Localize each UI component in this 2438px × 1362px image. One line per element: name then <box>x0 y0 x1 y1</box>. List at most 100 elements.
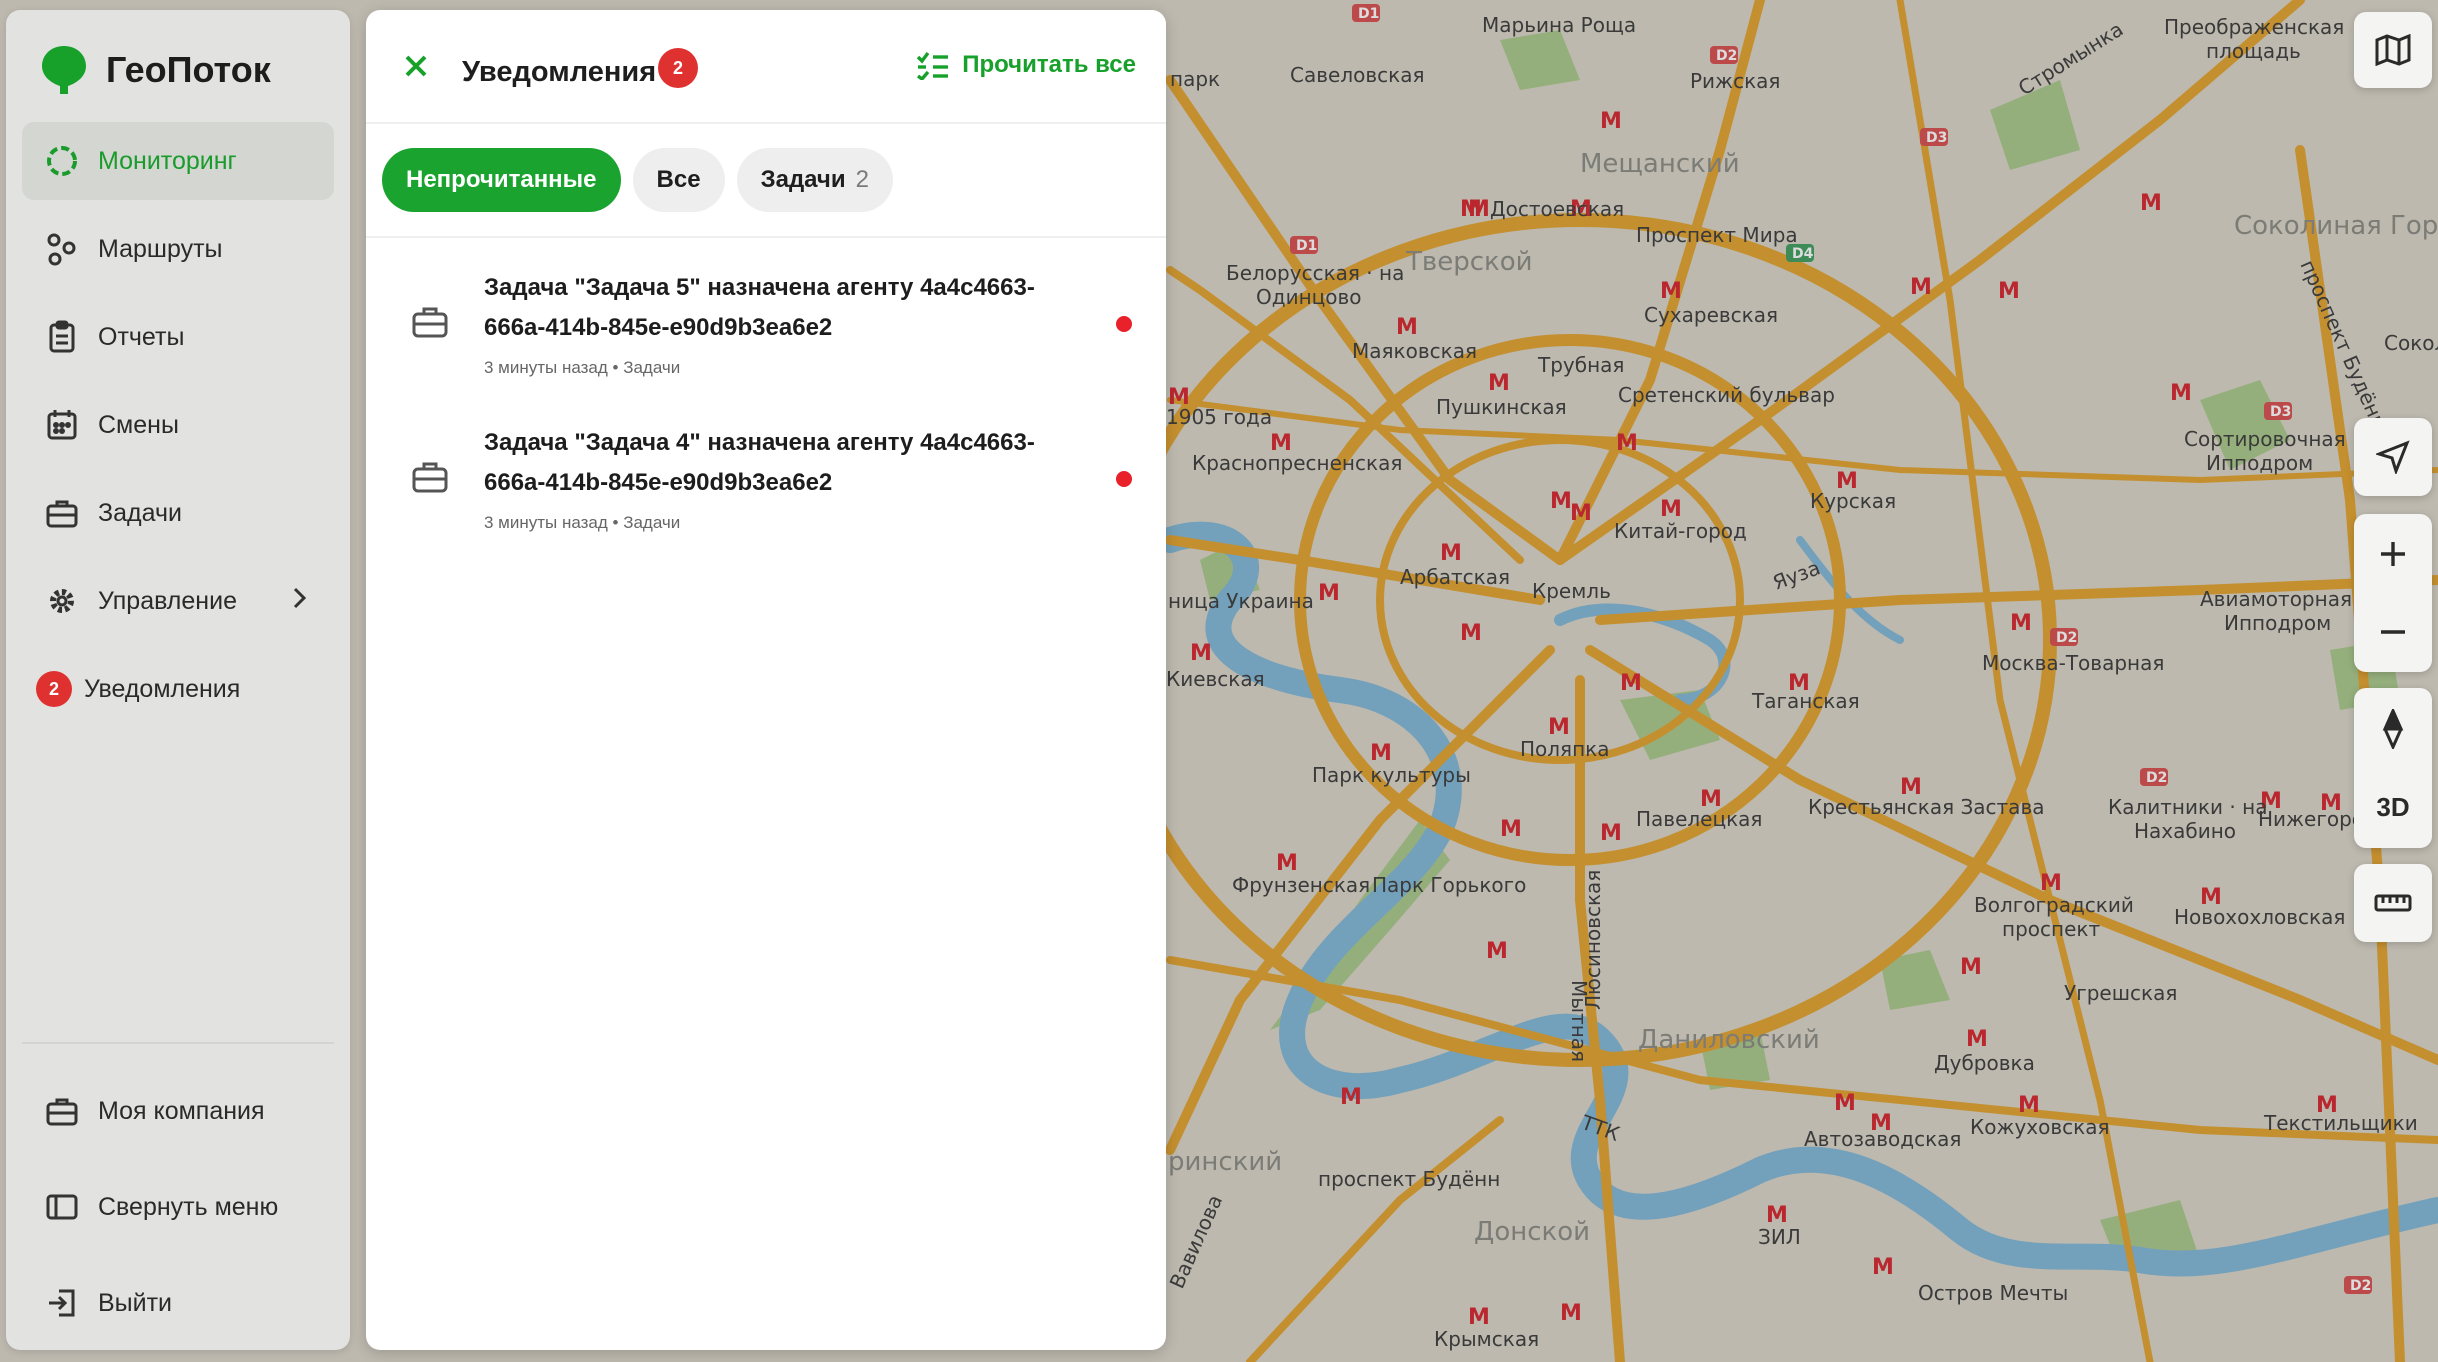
zoom-out-button[interactable] <box>2354 593 2432 671</box>
map-layers-control <box>2354 12 2432 88</box>
monitoring-icon <box>44 143 80 179</box>
svg-text:M: M <box>1318 581 1340 606</box>
svg-text:1905 года: 1905 года <box>1166 405 1272 429</box>
zoom-in-icon <box>2381 542 2405 566</box>
svg-text:Краснопресненская: Краснопресненская <box>1192 451 1402 475</box>
layers-icon <box>2375 34 2411 66</box>
svg-text:Ипподром: Ипподром <box>2206 451 2313 475</box>
svg-text:Поляпка: Поляпка <box>1520 737 1610 761</box>
sidebar-item-notifications[interactable]: 2 Уведомления <box>22 650 334 728</box>
zoom-in-button[interactable] <box>2354 515 2432 593</box>
routes-icon <box>44 231 80 267</box>
svg-text:Одинцово: Одинцово <box>1256 285 1362 309</box>
read-all-label: Прочитать все <box>962 51 1136 78</box>
sidebar-item-label: Мониторинг <box>98 146 237 175</box>
sidebar-item-label: Свернуть меню <box>98 1192 279 1221</box>
notification-meta: 3 минуты назад • Задачи <box>484 513 681 532</box>
sidebar-item-management[interactable]: Управление <box>22 562 334 640</box>
svg-text:Текстильщики: Текстильщики <box>2263 1111 2418 1135</box>
unread-dot <box>1116 316 1132 332</box>
svg-text:M: M <box>1616 431 1638 456</box>
svg-text:Арбатская: Арбатская <box>1400 565 1510 589</box>
svg-text:Фрунзенская: Фрунзенская <box>1232 873 1370 897</box>
notification-tabs: Непрочитанные Все Задачи 2 <box>382 148 893 212</box>
svg-text:M: M <box>1600 109 1622 134</box>
locate-icon <box>2376 440 2410 474</box>
svg-text:площадь: площадь <box>2206 39 2301 63</box>
svg-text:Китай-город: Китай-город <box>1614 519 1747 543</box>
notification-item[interactable]: Задача "Задача 5" назначена агенту 4a4c4… <box>366 246 1166 396</box>
svg-text:Кремль: Кремль <box>1532 579 1611 603</box>
svg-text:D3: D3 <box>2270 404 2291 420</box>
svg-text:Дубровка: Дубровка <box>1934 1051 2035 1075</box>
map-ruler-control <box>2354 864 2432 942</box>
notification-meta: 3 минуты назад • Задачи <box>484 358 681 377</box>
svg-text:M: M <box>1488 371 1510 396</box>
ruler-icon <box>2374 894 2412 912</box>
locate-button[interactable] <box>2354 418 2432 496</box>
tab-label: Все <box>656 166 701 193</box>
sidebar-item-label: Смены <box>98 410 179 439</box>
svg-text:Маяковская: Маяковская <box>1352 339 1477 363</box>
svg-text:Сокол: Сокол <box>2384 331 2438 355</box>
compass-button[interactable] <box>2354 690 2432 768</box>
sidebar-item-label: Выйти <box>98 1288 173 1317</box>
sidebar-item-company[interactable]: Моя компания <box>22 1068 334 1154</box>
sidebar-item-reports[interactable]: Отчеты <box>22 298 334 376</box>
panel-title: Уведомления <box>462 56 657 88</box>
svg-text:ЗИЛ: ЗИЛ <box>1758 1225 1801 1249</box>
svg-text:проспект: проспект <box>2002 917 2100 941</box>
svg-text:Парк культуры: Парк культуры <box>1312 763 1471 787</box>
notification-item[interactable]: Задача "Задача 4" назначена агенту 4a4c4… <box>366 401 1166 551</box>
svg-text:M: M <box>1560 1301 1582 1326</box>
ruler-button[interactable] <box>2354 864 2432 942</box>
sidebar-item-label: Отчеты <box>98 322 185 351</box>
svg-text:Мытная: Мытная <box>1567 980 1591 1062</box>
layers-button[interactable] <box>2354 12 2432 88</box>
svg-text:D2: D2 <box>2056 630 2077 646</box>
3d-toggle-button[interactable]: 3D <box>2354 768 2432 846</box>
sidebar-item-routes[interactable]: Маршруты <box>22 210 334 288</box>
svg-text:M: M <box>1966 1027 1988 1052</box>
svg-text:Кожуховская: Кожуховская <box>1970 1115 2110 1139</box>
svg-text:Москва-Товарная: Москва-Товарная <box>1982 651 2164 675</box>
sidebar-item-label: Управление <box>98 586 237 615</box>
sidebar-item-logout[interactable]: Выйти <box>22 1260 334 1346</box>
svg-text:M: M <box>1500 817 1522 842</box>
sidebar-item-collapse[interactable]: Свернуть меню <box>22 1164 334 1250</box>
sidebar-item-label: Маршруты <box>98 234 223 263</box>
tab-count: 2 <box>855 166 869 193</box>
tabs-divider <box>366 236 1166 238</box>
close-button[interactable] <box>396 46 436 86</box>
svg-text:M: M <box>1600 821 1622 846</box>
chevron-right-icon <box>292 586 308 617</box>
sidebar-divider <box>22 1042 334 1044</box>
compass-icon <box>2382 709 2404 749</box>
tab-unread[interactable]: Непрочитанные <box>382 148 621 212</box>
svg-text:D4: D4 <box>1792 246 1814 262</box>
tab-tasks[interactable]: Задачи 2 <box>736 148 893 212</box>
briefcase-icon <box>412 307 448 338</box>
app-brand[interactable]: ГеоПоток <box>40 44 271 96</box>
svg-text:M: M <box>2010 611 2032 636</box>
map-view-control: 3D <box>2354 688 2432 848</box>
svg-text:Сухаревская: Сухаревская <box>1644 303 1778 327</box>
map-locate-control <box>2354 418 2432 496</box>
sidebar-item-shifts[interactable]: Смены <box>22 386 334 464</box>
sidebar-item-monitoring[interactable]: Мониторинг <box>22 122 334 200</box>
svg-text:Трубная: Трубная <box>1537 353 1624 377</box>
sidebar-item-tasks[interactable]: Задачи <box>22 474 334 552</box>
svg-text:Парк Горького: Парк Горького <box>1372 873 1526 897</box>
sidebar-nav: Мониторинг Маршруты Отчеты Смены Задачи <box>22 122 334 738</box>
svg-text:M: M <box>1460 197 1482 222</box>
svg-text:Калитники · на: Калитники · на <box>2108 795 2267 819</box>
collapse-icon <box>44 1189 80 1225</box>
sidebar: ГеоПоток Мониторинг Маршруты Отчеты Смен… <box>6 10 350 1350</box>
svg-text:Марьина Роща: Марьина Роща <box>1482 13 1636 37</box>
svg-text:D2: D2 <box>2350 1278 2371 1294</box>
tab-all[interactable]: Все <box>632 148 725 212</box>
read-all-button[interactable]: Прочитать все <box>916 50 1136 80</box>
3d-label: 3D <box>2376 791 2410 822</box>
svg-text:D3: D3 <box>1926 130 1947 146</box>
close-icon <box>405 55 427 77</box>
